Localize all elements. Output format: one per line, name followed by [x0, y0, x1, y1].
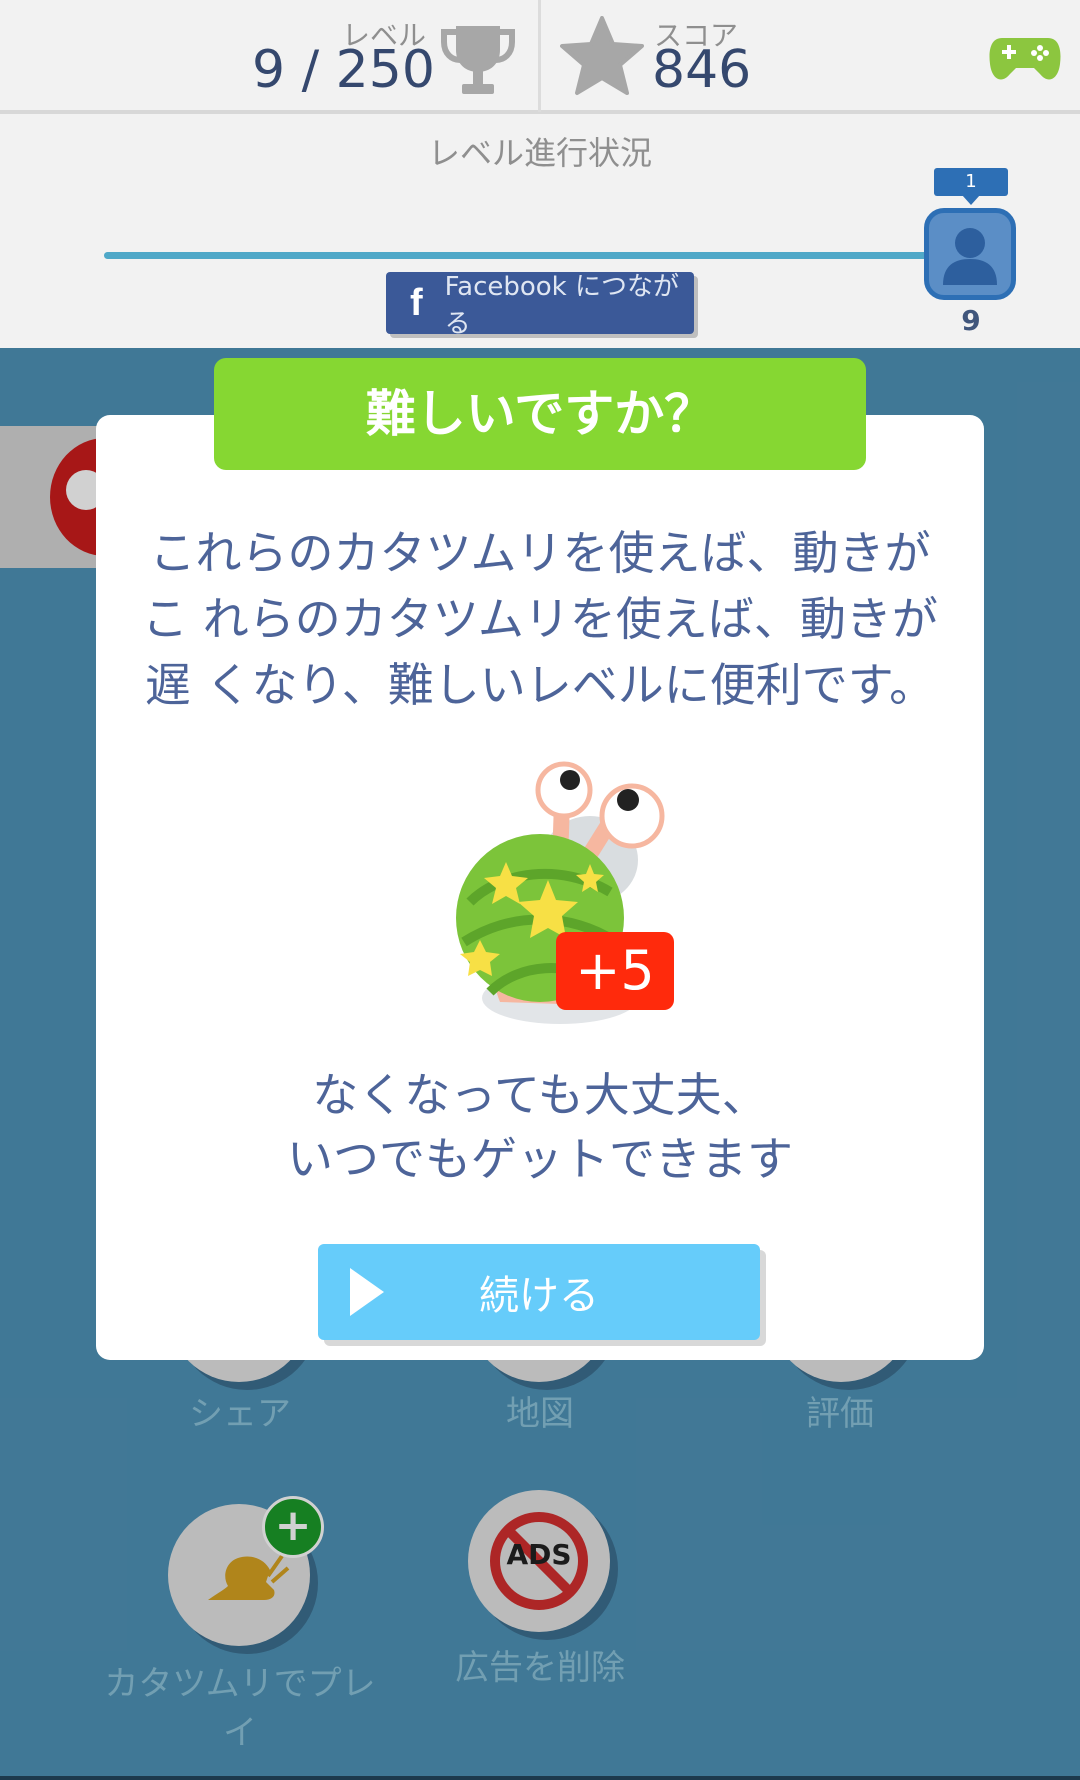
player-avatar[interactable] [924, 208, 1016, 300]
progress-track [104, 252, 934, 259]
dialog-message-line: こ れらのカタツムリを使えば、動きが [142, 592, 938, 646]
dialog-message: これらのカタツムリを使えば、動きが こ れらのカタツムリを使えば、動きが 遅 く… [106, 520, 974, 718]
dialog-message-line: 遅 くなり、難しいレベルに便利です。 [144, 658, 936, 712]
progress-title: レベル進行状況 [427, 134, 652, 172]
person-icon [943, 228, 997, 285]
continue-label: 続ける [479, 1273, 599, 1319]
header-center-divider [538, 0, 541, 112]
player-level-number: 9 [961, 304, 981, 337]
star-icon [560, 16, 644, 96]
gamepad-icon[interactable] [988, 34, 1062, 86]
continue-button[interactable]: 続ける [318, 1244, 760, 1340]
play-icon [350, 1268, 384, 1316]
dialog-footer-line: なくなっても大丈夫、 [312, 1068, 768, 1122]
dialog-title: 難しいですか？ [214, 358, 866, 470]
bottom-edge-bar [0, 1776, 1080, 1780]
rank-tag-pointer [962, 195, 980, 205]
facebook-connect-button[interactable]: f Facebook につながる [386, 272, 694, 339]
score-value: 846 [652, 40, 752, 100]
dialog-footer-message: なくなっても大丈夫、 いつでもゲットできます [110, 1063, 970, 1191]
trophy-icon [438, 20, 518, 98]
player-rank-tag: 1 [934, 168, 1008, 196]
level-value: 9 / 250 [252, 40, 435, 100]
snail-count-badge: +5 [556, 932, 674, 1010]
dialog-message-line: これらのカタツムリを使えば、動きが [149, 526, 931, 580]
dialog-footer-line: いつでもゲットできます [287, 1132, 793, 1186]
facebook-icon: f [409, 281, 423, 324]
facebook-connect-label: Facebook につながる [444, 272, 679, 339]
